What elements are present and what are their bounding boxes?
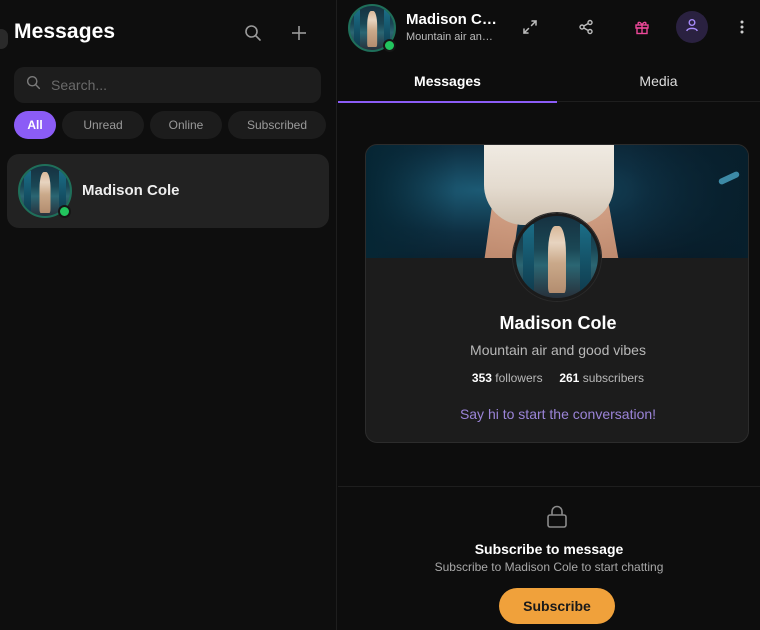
- search-icon[interactable]: [243, 23, 263, 43]
- profile-button[interactable]: [676, 11, 708, 43]
- subscribe-section: Subscribe to message Subscribe to Madiso…: [338, 486, 760, 630]
- filter-subscribed[interactable]: Subscribed: [228, 111, 326, 139]
- subscribe-title: Subscribe to message: [474, 541, 624, 557]
- filter-unread[interactable]: Unread: [62, 111, 144, 139]
- conversation-name: Madison Cole: [82, 182, 180, 199]
- profile-avatar: [513, 213, 601, 301]
- chat-tabs: Messages Media: [338, 60, 760, 103]
- followers-count: 353: [471, 371, 492, 385]
- expand-icon[interactable]: [519, 16, 541, 38]
- profile-icon: [685, 18, 699, 37]
- filter-all[interactable]: All: [14, 111, 56, 139]
- online-indicator: [58, 205, 71, 218]
- sidebar-title: Messages: [14, 20, 116, 43]
- search-icon: [26, 75, 41, 95]
- subscribers-count: 261: [559, 371, 580, 385]
- lock-icon: [546, 505, 568, 534]
- conversation-sidebar: Messages All Unread Online Subscribed Ma…: [0, 0, 337, 630]
- followers-label: followers: [495, 371, 543, 385]
- filter-chips: All Unread Online Subscribed: [14, 111, 326, 139]
- tab-messages[interactable]: Messages: [338, 60, 557, 103]
- chat-contact-name: Madison Cole: [406, 11, 498, 28]
- chat-panel: Madison Cole Mountain air and good vibes…: [338, 0, 760, 630]
- profile-card: Madison Cole Mountain air and good vibes…: [365, 144, 749, 443]
- profile-stats: 353 followers 261 subscribers: [366, 371, 748, 385]
- search-input[interactable]: [51, 77, 291, 93]
- collapse-handle[interactable]: [0, 29, 8, 49]
- plus-icon[interactable]: [289, 23, 309, 43]
- more-icon[interactable]: [731, 16, 753, 38]
- share-icon[interactable]: [575, 16, 597, 38]
- filter-online[interactable]: Online: [150, 111, 222, 139]
- chat-contact-status: Mountain air and good vibes: [406, 31, 498, 43]
- profile-name: Madison Cole: [499, 313, 617, 333]
- subscribe-description: Subscribe to Madison Cole to start chatt…: [434, 560, 664, 574]
- gift-icon[interactable]: [631, 16, 653, 38]
- tab-label: Messages: [414, 73, 481, 89]
- subscribers-label: subscribers: [582, 371, 645, 385]
- profile-bio: Mountain air and good vibes: [470, 342, 646, 358]
- tab-media[interactable]: Media: [557, 60, 760, 102]
- active-tab-indicator: [338, 101, 557, 103]
- conversation-item[interactable]: Madison Cole: [7, 154, 329, 228]
- search-bar: [14, 67, 321, 103]
- online-indicator: [383, 39, 396, 52]
- start-conversation-prompt[interactable]: Say hi to start the conversation!: [366, 406, 748, 422]
- subscribe-button[interactable]: Subscribe: [499, 588, 615, 624]
